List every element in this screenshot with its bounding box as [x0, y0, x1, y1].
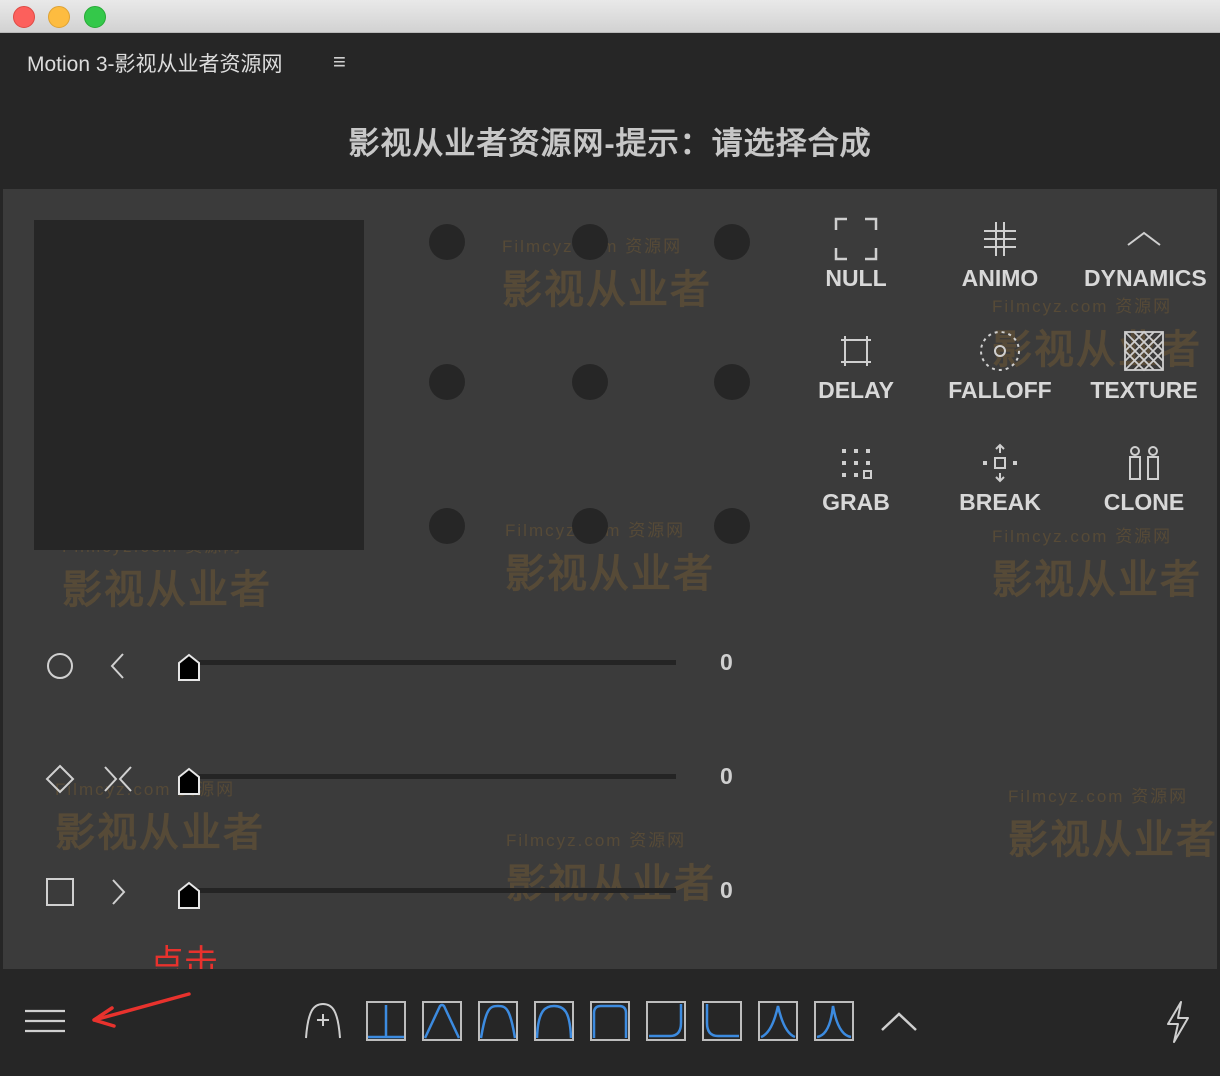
animo-button[interactable]: ANIMO	[940, 214, 1060, 292]
clone-label: CLONE	[1103, 489, 1185, 515]
falloff-label: FALLOFF	[948, 377, 1052, 403]
hamburger-menu-icon[interactable]	[24, 1006, 66, 1036]
chevron-left-icon[interactable]	[104, 651, 132, 681]
null-icon	[796, 214, 916, 264]
anchor-top-center[interactable]	[572, 224, 608, 260]
anchor-bottom-center[interactable]	[572, 508, 608, 544]
null-button[interactable]: NULL	[796, 214, 916, 292]
texture-button[interactable]: TEXTURE	[1084, 326, 1204, 404]
animo-label: ANIMO	[961, 265, 1039, 291]
slider-handle[interactable]	[177, 881, 200, 909]
ease-in-curve-icon[interactable]	[646, 1001, 686, 1041]
texture-label: TEXTURE	[1090, 377, 1198, 403]
break-label: BREAK	[959, 489, 1041, 515]
texture-icon	[1084, 326, 1204, 376]
panel-title: Motion 3-影视从业者资源网	[27, 53, 283, 76]
clone-button[interactable]: CLONE	[1084, 438, 1204, 516]
slider-track[interactable]	[186, 888, 676, 893]
slider-track[interactable]	[186, 774, 676, 779]
ease-curve-icon[interactable]	[478, 1001, 518, 1041]
prompt-message: 影视从业者资源网-提示：请选择合成	[348, 126, 872, 161]
slider-handle[interactable]	[177, 653, 200, 681]
dynamics-button[interactable]: DYNAMICS	[1084, 214, 1207, 292]
null-label: NULL	[825, 265, 887, 291]
anchor-center[interactable]	[572, 364, 608, 400]
composition-preview	[34, 220, 364, 550]
square-icon[interactable]	[45, 877, 75, 907]
anchor-middle-right[interactable]	[714, 364, 750, 400]
chevron-right-icon[interactable]	[104, 877, 132, 907]
break-icon	[940, 438, 1060, 488]
dynamics-icon	[1084, 214, 1204, 264]
ease-in-out-curve-icon[interactable]	[422, 1001, 462, 1041]
ease-out-curve-icon[interactable]	[702, 1001, 742, 1041]
delay-label: DELAY	[818, 377, 894, 403]
slider-track[interactable]	[186, 660, 676, 665]
minimize-window-button[interactable]	[48, 6, 70, 28]
anchor-bottom-right[interactable]	[714, 508, 750, 544]
slider-value: 0	[720, 877, 733, 903]
grab-icon	[796, 438, 916, 488]
grab-button[interactable]: GRAB	[796, 438, 916, 516]
slider-value: 0	[720, 649, 733, 675]
anchor-bottom-left[interactable]	[429, 508, 465, 544]
slider-handle[interactable]	[177, 767, 200, 795]
anchor-top-right[interactable]	[714, 224, 750, 260]
falloff-button[interactable]: FALLOFF	[940, 326, 1060, 404]
zoom-window-button[interactable]	[84, 6, 106, 28]
anchor-middle-left[interactable]	[429, 364, 465, 400]
clone-icon	[1084, 438, 1204, 488]
spike-curve-icon[interactable]	[814, 1001, 854, 1041]
anchor-top-left[interactable]	[429, 224, 465, 260]
flat-top-curve-icon[interactable]	[590, 1001, 630, 1041]
delay-icon	[796, 326, 916, 376]
window-titlebar	[0, 0, 1220, 33]
add-curve-icon[interactable]	[302, 1000, 344, 1042]
grab-label: GRAB	[822, 489, 890, 515]
expand-x-icon[interactable]	[102, 764, 134, 794]
chevron-up-icon[interactable]	[880, 1008, 918, 1036]
animo-icon	[940, 214, 1060, 264]
lightning-icon[interactable]	[1164, 1000, 1192, 1044]
close-window-button[interactable]	[13, 6, 35, 28]
slider-value: 0	[720, 763, 733, 789]
diamond-icon[interactable]	[45, 764, 75, 794]
annotation-arrow-icon	[86, 988, 196, 1028]
panel-menu-icon[interactable]: ≡	[333, 49, 346, 75]
linear-curve-icon[interactable]	[366, 1001, 406, 1041]
sharp-in-out-curve-icon[interactable]	[758, 1001, 798, 1041]
delay-button[interactable]: DELAY	[796, 326, 916, 404]
circle-icon[interactable]	[45, 651, 75, 681]
falloff-icon	[940, 326, 1060, 376]
ease-out-back-curve-icon[interactable]	[534, 1001, 574, 1041]
dynamics-label: DYNAMICS	[1084, 265, 1207, 291]
break-button[interactable]: BREAK	[940, 438, 1060, 516]
